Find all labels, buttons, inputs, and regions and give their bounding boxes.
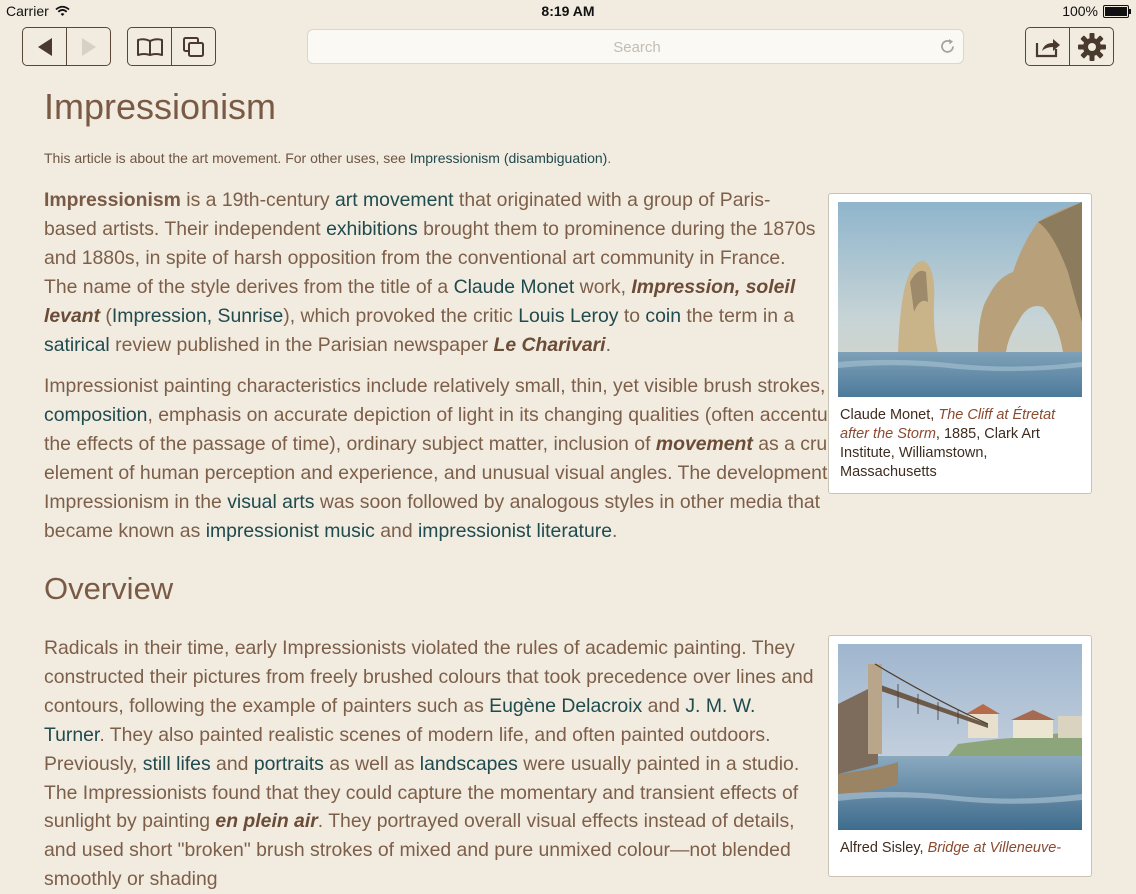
painting-bridge-villeneuve-image[interactable] [838, 644, 1082, 830]
figure-caption: Claude Monet, The Cliff at Étretat after… [840, 406, 1080, 482]
article-link[interactable]: composition [44, 404, 147, 426]
article-paragraph: Impressionism is a 19th-century art move… [44, 186, 819, 359]
text-run: and [374, 519, 418, 542]
text-run: . [605, 333, 611, 356]
status-bar: Carrier 8:19 AM 100% [0, 0, 1136, 22]
italic-text: Le Charivari [493, 333, 606, 356]
back-arrow-icon [37, 37, 52, 56]
gear-icon [1077, 32, 1106, 61]
figure-box: Alfred Sisley, Bridge at Villeneuve- [828, 635, 1092, 877]
page-title: Impressionism [44, 86, 277, 127]
text-run: . [611, 519, 618, 542]
article-link[interactable]: still lifes [143, 753, 211, 775]
text-run: is a 19th-century [180, 189, 335, 211]
painting-cliff-etretat-image[interactable] [838, 202, 1082, 397]
pages-icon [182, 36, 204, 57]
hatnote: This article is about the art movement. … [44, 150, 611, 166]
text-run: work, [574, 275, 632, 298]
settings-button[interactable] [1069, 28, 1113, 65]
text-run: ( [100, 304, 112, 327]
forward-button[interactable] [66, 28, 110, 65]
text-run: review published in the Parisian newspap… [109, 333, 494, 356]
text-run: as well as [323, 752, 420, 775]
hatnote-text: This article is about the art movement. … [44, 150, 410, 166]
article-link[interactable]: impressionist literature [418, 520, 612, 542]
text-run: to [618, 304, 646, 327]
action-buttons [1025, 27, 1114, 66]
navigation-buttons [22, 27, 111, 66]
search-input[interactable] [335, 30, 939, 65]
article-paragraph: Radicals in their time, early Impression… [44, 634, 819, 894]
bold-term: Impressionism [44, 189, 181, 211]
italic-text: Bridge at Villeneuve- [927, 840, 1062, 856]
hatnote-end: . [607, 150, 612, 166]
figure-caption: Alfred Sisley, Bridge at Villeneuve- [840, 839, 1080, 858]
search-bar[interactable] [307, 29, 964, 65]
open-book-icon [136, 37, 163, 56]
article-link[interactable]: coin [645, 305, 681, 327]
back-button[interactable] [23, 28, 66, 65]
battery-percent: 100% [1062, 3, 1098, 19]
share-icon [1035, 38, 1060, 57]
article-link[interactable]: visual arts [227, 491, 314, 513]
text-run: the term in a [680, 304, 795, 327]
bookmarks-button[interactable] [128, 28, 171, 65]
article-link[interactable]: Eugène Delacroix [489, 695, 642, 717]
article-link[interactable]: Claude Monet [454, 276, 575, 298]
article-link[interactable]: art movement [335, 189, 454, 211]
share-button[interactable] [1026, 28, 1069, 65]
article-link[interactable]: satirical [44, 334, 110, 356]
section-heading-overview: Overview [44, 571, 174, 606]
text-run: Impressionist painting characteristics i… [44, 375, 874, 397]
forward-arrow-icon [81, 37, 96, 56]
article-link[interactable]: Impression, Sunrise [112, 305, 283, 327]
italic-text: movement [655, 432, 753, 455]
article-link[interactable]: landscapes [420, 753, 518, 775]
tabs-button[interactable] [171, 28, 215, 65]
reload-icon[interactable] [939, 38, 956, 60]
text-run: and [642, 694, 686, 717]
italic-text: en plein air [215, 810, 318, 833]
text-run: and [210, 752, 254, 775]
text-run: ), which provoked the critic [283, 304, 519, 327]
disambiguation-link[interactable]: Impressionism (disambiguation) [410, 150, 608, 166]
library-buttons [127, 27, 216, 66]
text-run: Claude Monet, [840, 407, 939, 423]
article-link[interactable]: portraits [254, 753, 324, 775]
battery-icon [1103, 5, 1131, 18]
article-paragraph: Impressionist painting characteristics i… [44, 372, 874, 545]
clock: 8:19 AM [541, 3, 595, 19]
text-run: Alfred Sisley, [840, 840, 928, 856]
article-link[interactable]: Louis Leroy [518, 305, 618, 327]
article-link[interactable]: impressionist music [206, 520, 375, 542]
article-link[interactable]: exhibitions [326, 218, 418, 240]
figure-box: Claude Monet, The Cliff at Étretat after… [828, 193, 1092, 494]
